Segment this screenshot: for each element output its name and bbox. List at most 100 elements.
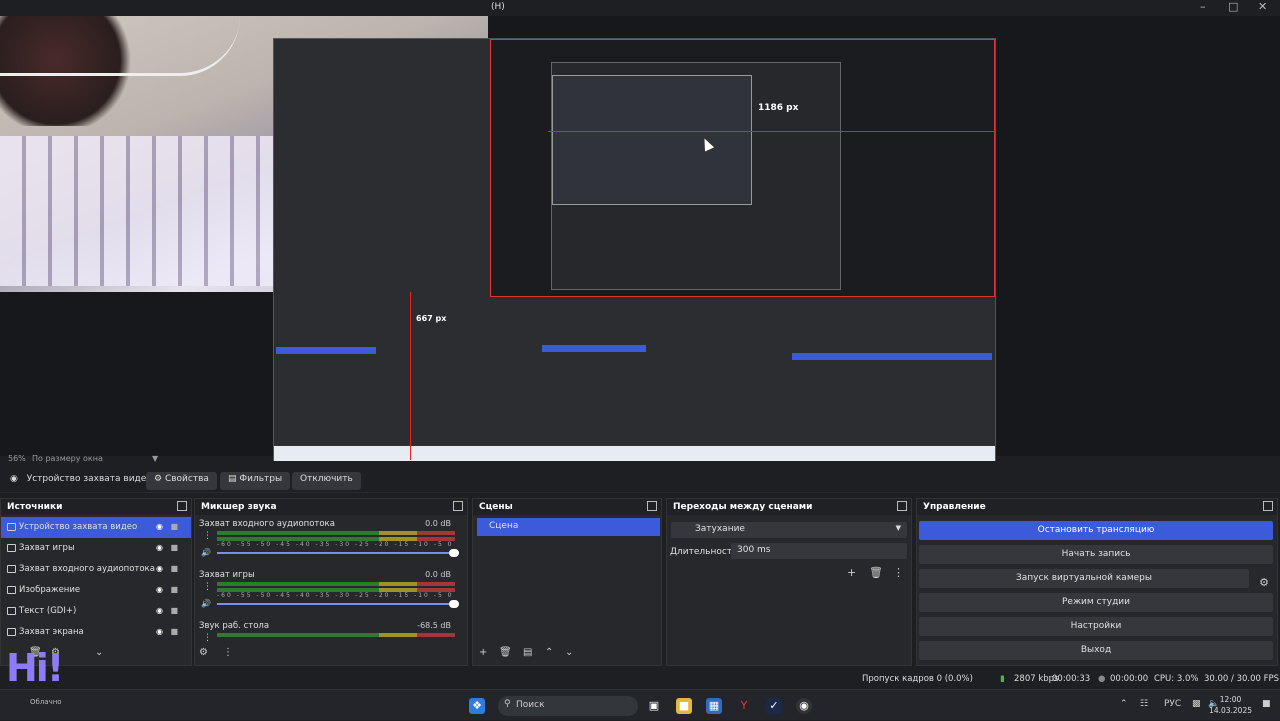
wifi-icon[interactable]: ☷	[1140, 699, 1148, 709]
start-recording-button[interactable]: Начать запись	[919, 545, 1273, 564]
exit-button[interactable]: Выход	[919, 641, 1273, 660]
speaker-icon[interactable]: 🔊	[201, 599, 211, 608]
maximize-icon[interactable]: □	[1228, 0, 1238, 13]
lock-icon[interactable]: ■	[170, 522, 178, 531]
source-toolbar: ◉ Устройство захвата видео ⚙ Свойства ▤ …	[0, 469, 1280, 493]
minimize-icon[interactable]: –	[1200, 0, 1206, 13]
source-item[interactable]: Захват игры ◉ ■	[1, 538, 191, 559]
filters-button[interactable]: ▤ Фильтры	[220, 472, 291, 490]
yandex-browser-icon[interactable]: Y	[736, 698, 752, 714]
chevron-down-icon[interactable]: ⌄	[95, 647, 103, 658]
virtual-camera-button[interactable]: Запуск виртуальной камеры	[919, 569, 1249, 588]
scene-item[interactable]: Сцена	[477, 518, 660, 536]
more-icon[interactable]: ⋮	[203, 531, 212, 541]
slider-handle[interactable]	[449, 600, 459, 608]
obs-icon[interactable]: ◉	[796, 698, 812, 714]
arrow-up-icon[interactable]: ⌃	[545, 647, 553, 658]
mixer-channel: Захват входного аудиопотока 0.0 dB ⋮ -60…	[199, 519, 459, 569]
more-icon[interactable]: ⋮	[223, 647, 233, 658]
stop-stream-button[interactable]: Остановить трансляцию	[919, 521, 1273, 540]
studio-mode-button[interactable]: Режим студии	[919, 593, 1273, 612]
network-icon[interactable]: ▩	[1192, 699, 1201, 709]
lock-icon[interactable]: ■	[170, 543, 178, 552]
notification-icon[interactable]: ■	[1262, 699, 1271, 709]
zoom-dropdown-icon[interactable]: ▼	[152, 454, 158, 463]
add-icon[interactable]: +	[479, 647, 487, 658]
delete-icon[interactable]: 🗑	[499, 647, 512, 658]
eye-icon[interactable]: ◉	[156, 564, 163, 573]
signal-icon: ▮	[1000, 674, 1005, 684]
duration-input[interactable]: 300 ms	[731, 543, 907, 559]
mixer-footer: ⚙ ⋮	[195, 643, 467, 665]
properties-button[interactable]: ⚙ Свойства	[146, 472, 217, 490]
lock-icon[interactable]: ■	[170, 564, 178, 573]
mixer-dock: Микшер звука Захват входного аудиопотока…	[194, 498, 468, 666]
settings-button[interactable]: Настройки	[919, 617, 1273, 636]
nested-preview-1	[490, 39, 995, 297]
speaker-icon[interactable]: 🔊	[201, 548, 211, 557]
meter-scale: -60 -55 -50 -45 -40 -35 -30 -25 -20 -15 …	[217, 592, 454, 598]
transition-select[interactable]: Затухание ▼	[671, 522, 907, 538]
eye-icon[interactable]: ◉	[156, 585, 163, 594]
nested-preview-2	[551, 62, 841, 290]
sources-dock: Источники Устройство захвата видео ◉ ■ З…	[0, 498, 192, 666]
cable-shape	[0, 16, 240, 76]
source-item[interactable]: Изображение ◉ ■	[1, 580, 191, 601]
explorer-icon[interactable]: ■	[676, 698, 692, 714]
dropped-frames: Пропуск кадров 0 (0.0%)	[862, 674, 973, 684]
zoom-mode[interactable]: По размеру окна	[32, 454, 103, 463]
source-item[interactable]: Текст (GDI+) ◉ ■	[1, 601, 191, 622]
lock-icon[interactable]: ■	[170, 606, 178, 615]
text-icon	[7, 607, 16, 615]
measure-horizontal: 1186 px	[758, 103, 799, 113]
eye-icon[interactable]: ◉	[156, 627, 163, 636]
taskview-icon[interactable]: ▣	[646, 698, 662, 714]
undock-icon[interactable]	[897, 501, 907, 511]
lock-icon[interactable]: ■	[170, 585, 178, 594]
undock-icon[interactable]	[177, 501, 187, 511]
disable-button[interactable]: Отключить	[292, 472, 361, 490]
eye-icon[interactable]: ◉	[156, 606, 163, 615]
store-icon[interactable]: ▦	[706, 698, 722, 714]
filter-icon[interactable]: ▤	[523, 647, 532, 658]
add-icon[interactable]: +	[847, 566, 856, 579]
source-item[interactable]: Захват экрана ◉ ■	[1, 622, 191, 643]
filter-icon: ▤	[228, 474, 237, 484]
slider-handle[interactable]	[449, 549, 459, 557]
microphone-icon	[7, 565, 16, 573]
nested-docks	[274, 335, 995, 435]
more-icon[interactable]: ⋮	[893, 566, 904, 579]
undock-icon[interactable]	[453, 501, 463, 511]
undock-icon[interactable]	[1263, 501, 1273, 511]
vpn-icon[interactable]: ✓	[766, 698, 782, 714]
undock-icon[interactable]	[647, 501, 657, 511]
volume-meter	[217, 531, 455, 535]
transitions-header: Переходы между сценами	[667, 499, 911, 515]
close-icon[interactable]: ✕	[1258, 0, 1267, 13]
gear-icon[interactable]: ⚙	[1255, 576, 1273, 594]
windows-start-icon[interactable]: ❖	[469, 698, 485, 714]
gear-icon[interactable]: ⚙	[199, 647, 208, 658]
clock[interactable]: 12:00 14.03.2025	[1209, 694, 1252, 716]
weather-widget[interactable]: Hi! Облачно	[0, 646, 86, 721]
language-indicator[interactable]: РУС	[1164, 699, 1181, 709]
delete-icon[interactable]: 🗑	[869, 566, 883, 579]
volume-slider[interactable]	[217, 549, 459, 557]
more-icon[interactable]: ⋮	[203, 582, 212, 592]
cpu-usage: CPU: 3.0%	[1154, 674, 1199, 684]
tray-chevron-icon[interactable]: ⌃	[1120, 699, 1128, 709]
meter-scale: -60 -55 -50 -45 -40 -35 -30 -25 -20 -15 …	[217, 541, 454, 547]
camera-icon	[7, 523, 16, 531]
source-item[interactable]: Устройство захвата видео ◉ ■	[1, 517, 191, 538]
transitions-dock: Переходы между сценами Затухание ▼ Длите…	[666, 498, 912, 666]
more-icon[interactable]: ⋮	[203, 633, 212, 643]
source-toolbar-camera: ◉ Устройство захвата видео	[2, 472, 160, 490]
preview-canvas[interactable]: 1186 px 667 px	[0, 16, 1280, 461]
arrow-down-icon[interactable]: ⌄	[565, 647, 573, 658]
eye-icon[interactable]: ◉	[156, 543, 163, 552]
volume-slider[interactable]	[217, 600, 459, 608]
eye-icon[interactable]: ◉	[156, 522, 163, 531]
source-item[interactable]: Захват входного аудиопотока ◉ ■	[1, 559, 191, 580]
taskbar-search[interactable]: ⚲ Поиск	[498, 696, 638, 716]
lock-icon[interactable]: ■	[170, 627, 178, 636]
